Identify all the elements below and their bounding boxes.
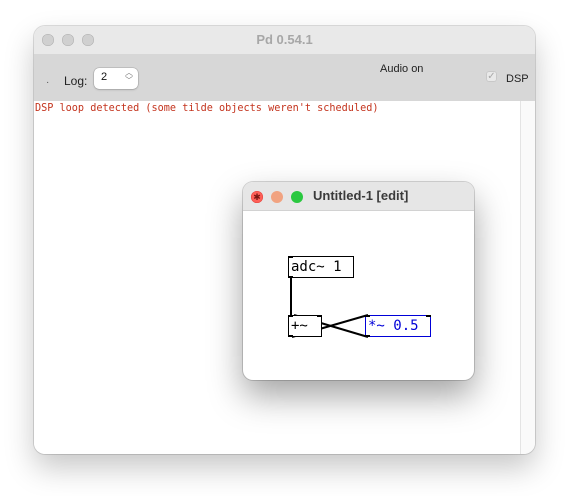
- updown-chevron-icon: ︿ ﹀: [125, 68, 133, 85]
- main-titlebar[interactable]: Pd 0.54.1: [34, 26, 535, 54]
- console-toolbar: · Log: 2 ︿ ﹀ Audio on ✓ DSP: [34, 54, 535, 101]
- object-box-adc[interactable]: adc~ 1: [288, 256, 354, 278]
- window-title: Pd 0.54.1: [256, 32, 313, 47]
- log-label: Log:: [64, 74, 88, 88]
- inlet-left[interactable]: [365, 315, 370, 317]
- patch-connections: [290, 278, 369, 338]
- inlet-right[interactable]: [426, 315, 431, 317]
- console-error-line: DSP loop detected (some tilde objects we…: [35, 103, 379, 114]
- dsp-label: DSP: [506, 73, 529, 85]
- object-box-plus[interactable]: +~: [288, 315, 322, 337]
- log-level-select[interactable]: 2 ︿ ﹀: [94, 68, 138, 89]
- outlet[interactable]: [288, 335, 293, 337]
- object-box-multiply[interactable]: *~ 0.5: [365, 315, 431, 337]
- audio-status: Audio on: [380, 63, 424, 75]
- inlet-right[interactable]: [317, 315, 322, 317]
- dsp-checkbox[interactable]: ✓: [486, 71, 497, 82]
- outlet[interactable]: [288, 276, 293, 278]
- patch-window: ✱ Untitled-1 [edit] adc~ 1 +~ *~ 0.5: [243, 182, 474, 380]
- inlet-left[interactable]: [288, 315, 293, 317]
- object-text-multiply: *~ 0.5: [368, 318, 419, 334]
- outlet[interactable]: [365, 335, 370, 337]
- log-level-value: 2: [101, 71, 108, 83]
- console-scrollbar[interactable]: [520, 101, 535, 454]
- object-text-adc: adc~ 1: [291, 259, 342, 275]
- object-text-plus: +~: [291, 318, 308, 334]
- tick-mark: ·: [46, 77, 50, 88]
- inlet[interactable]: [288, 256, 293, 258]
